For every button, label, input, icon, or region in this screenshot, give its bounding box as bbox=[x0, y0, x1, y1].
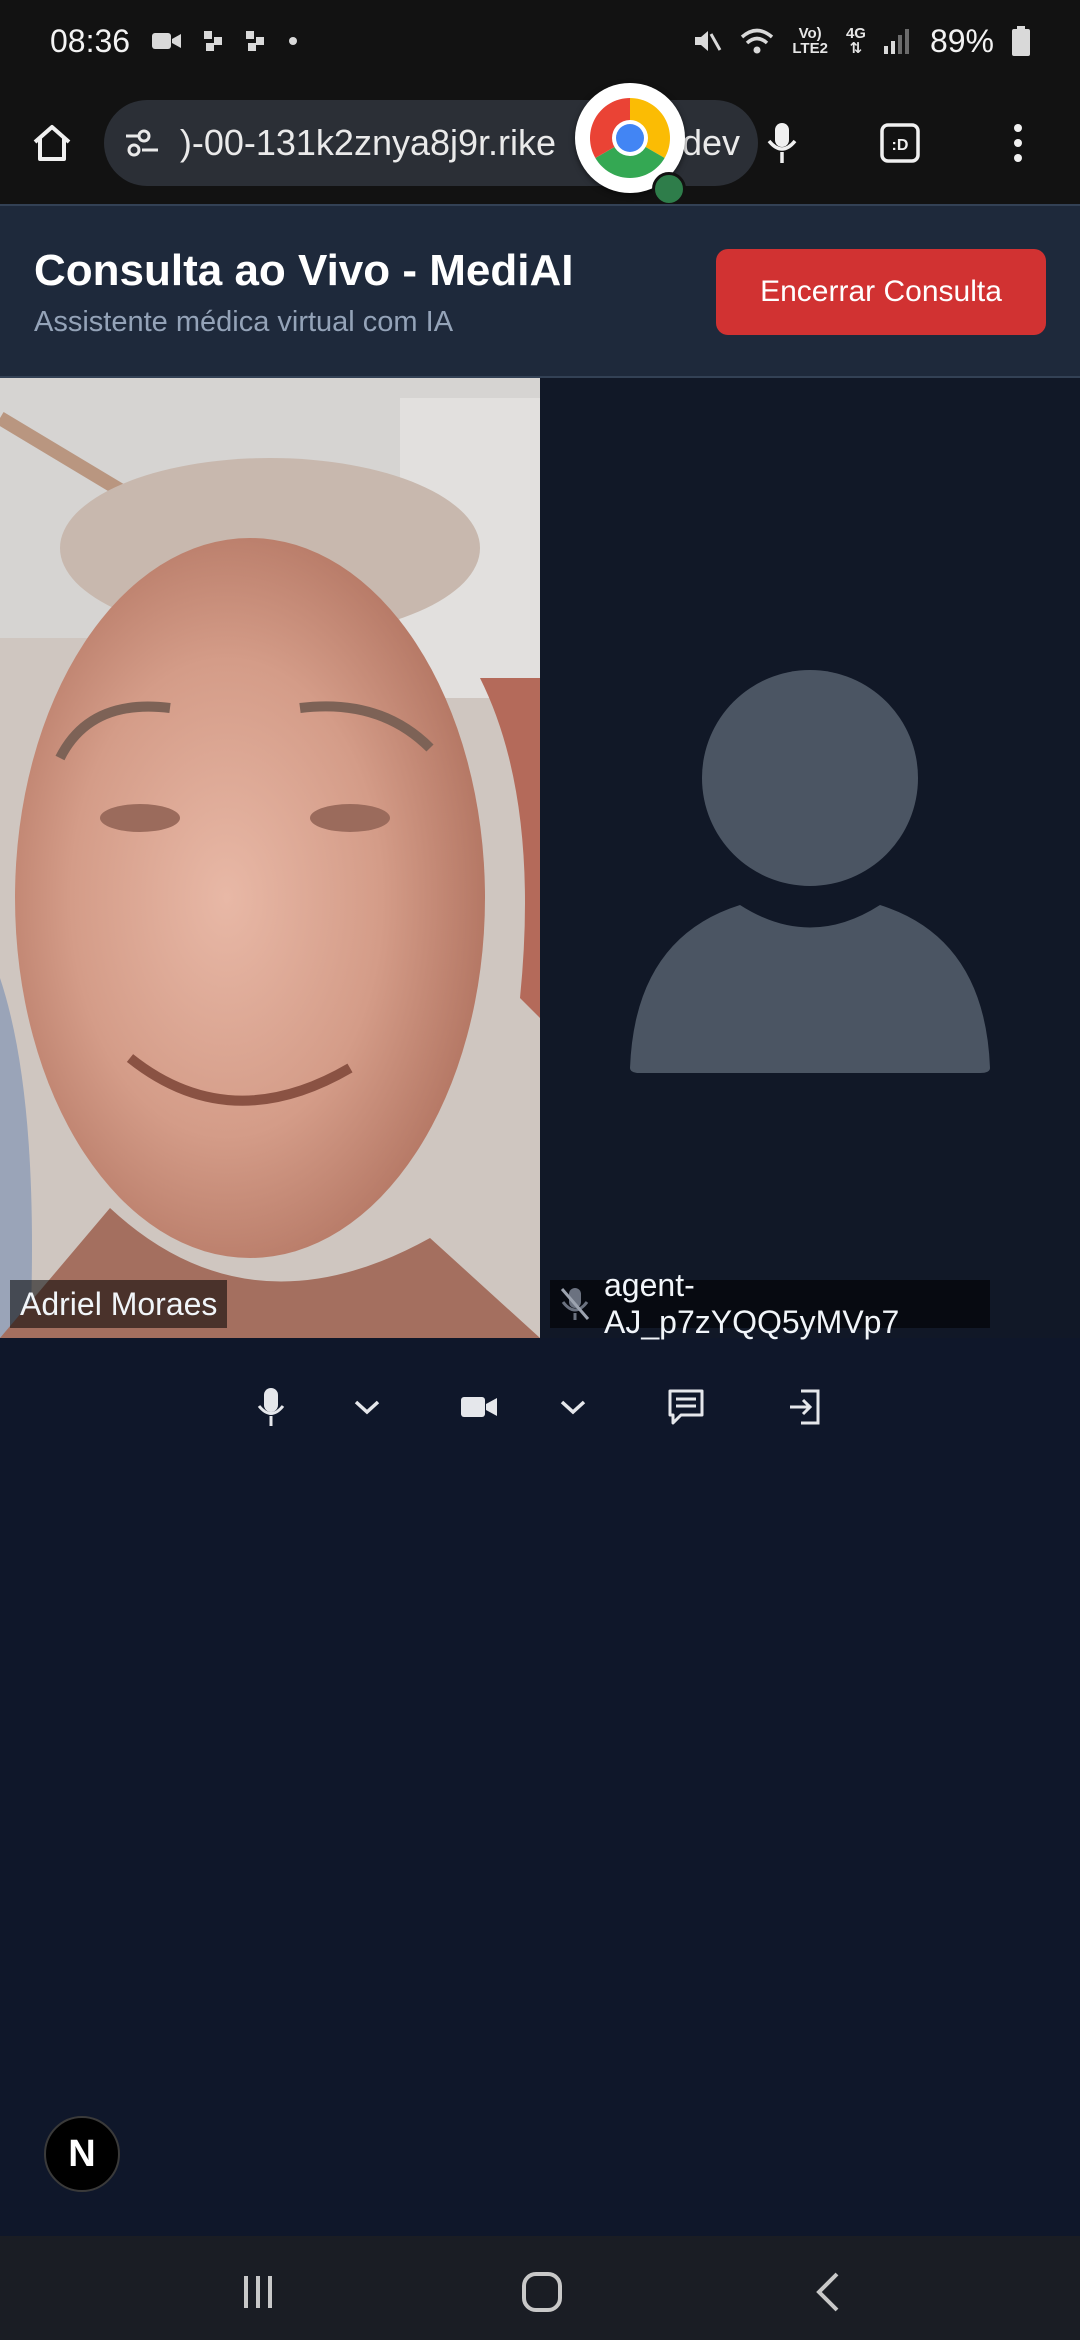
svg-text::D: :D bbox=[892, 137, 909, 154]
microphone-icon bbox=[767, 123, 797, 163]
chevron-down-icon bbox=[354, 1400, 380, 1415]
signal-icon bbox=[883, 28, 912, 54]
agent-name: agent-AJ_p7zYQQ5yMVp7 bbox=[604, 1267, 900, 1340]
lte-label: LTE2 bbox=[792, 40, 828, 57]
badge-letter: N bbox=[68, 2132, 96, 2175]
volte-indicator: Vo) LTE2 bbox=[792, 26, 828, 56]
url-text: )-00-131k2znya8j9r.rike bbox=[179, 122, 557, 163]
browser-menu-button[interactable] bbox=[994, 119, 1042, 167]
battery-percent: 89% bbox=[929, 22, 994, 59]
microphone-options-button[interactable] bbox=[342, 1382, 392, 1432]
back-chevron-icon bbox=[816, 2272, 839, 2312]
home-nav-icon bbox=[522, 2272, 562, 2312]
site-settings-icon[interactable] bbox=[124, 128, 162, 158]
agent-name-tag: agent-AJ_p7zYQQ5yMVp7 bbox=[550, 1267, 990, 1340]
network-type-indicator: 4G ⇅ bbox=[846, 26, 866, 56]
camera-options-button[interactable] bbox=[548, 1382, 598, 1432]
agent-video-tile bbox=[540, 378, 1080, 1338]
home-button[interactable] bbox=[28, 119, 76, 167]
screen: 08:36 Vo) LTE2 4G ⇅ 89%)-00-131k2znya8j… bbox=[0, 0, 1080, 2340]
app-header: Consulta ao Vivo - MediAI Assistente méd… bbox=[0, 204, 1080, 378]
home-icon bbox=[33, 125, 71, 161]
mic-muted-icon bbox=[560, 1286, 590, 1322]
avatar-placeholder-icon bbox=[630, 670, 990, 1073]
home-nav-button[interactable] bbox=[512, 2262, 572, 2322]
system-nav-bar bbox=[0, 2236, 1080, 2340]
tab-switcher-button[interactable]: :D bbox=[876, 119, 924, 167]
network-type-label: 4G bbox=[845, 25, 866, 42]
microphone-icon bbox=[257, 1388, 285, 1426]
chat-icon bbox=[668, 1389, 704, 1425]
page-title: Consulta ao Vivo - MediAI bbox=[34, 246, 574, 295]
participant-name-tag: Adriel Moraes bbox=[10, 1280, 228, 1328]
end-consultation-button[interactable]: Encerrar Consulta bbox=[716, 249, 1046, 335]
back-button[interactable] bbox=[798, 2262, 858, 2322]
more-vertical-icon bbox=[1014, 124, 1022, 162]
participant-name: Adriel Moraes bbox=[20, 1285, 218, 1322]
more-notifications-dot-icon bbox=[288, 36, 298, 46]
leave-icon bbox=[790, 1389, 820, 1425]
user-video-tile bbox=[0, 378, 540, 1338]
voice-search-button[interactable] bbox=[758, 119, 806, 167]
microphone-toggle-button[interactable] bbox=[246, 1382, 296, 1432]
data-arrows-icon: ⇅ bbox=[849, 40, 863, 57]
volte-label: Vo) bbox=[798, 25, 822, 42]
battery-icon bbox=[1012, 26, 1030, 56]
browser-toolbar: )-00-131k2znya8j9r.rike dev :D bbox=[0, 82, 1080, 204]
url-text-end: dev bbox=[681, 122, 740, 163]
tabs-icon: :D bbox=[880, 123, 920, 163]
status-time: 08:36 bbox=[50, 22, 131, 59]
video-notification-icon bbox=[152, 31, 182, 51]
recent-apps-icon bbox=[244, 2276, 272, 2308]
status-bar: 08:36 Vo) LTE2 4G ⇅ 89% bbox=[0, 0, 1080, 82]
chat-button[interactable] bbox=[661, 1382, 711, 1432]
app-notification-icon bbox=[204, 31, 224, 51]
camera-toggle-button[interactable] bbox=[454, 1382, 504, 1432]
recent-apps-button[interactable] bbox=[228, 2262, 288, 2322]
video-camera-icon bbox=[461, 1397, 497, 1417]
call-controls bbox=[0, 1370, 1080, 1440]
chevron-down-icon bbox=[560, 1400, 586, 1415]
mute-icon bbox=[692, 26, 722, 56]
nextjs-dev-badge[interactable]: N bbox=[44, 2116, 120, 2192]
leave-call-button[interactable] bbox=[780, 1382, 830, 1432]
whatsapp-mini-icon bbox=[652, 172, 686, 206]
page-subtitle: Assistente médica virtual com IA bbox=[34, 306, 454, 338]
app-notification-icon-2 bbox=[246, 31, 266, 51]
user-camera-feed bbox=[0, 378, 540, 1338]
wifi-icon bbox=[740, 26, 774, 56]
